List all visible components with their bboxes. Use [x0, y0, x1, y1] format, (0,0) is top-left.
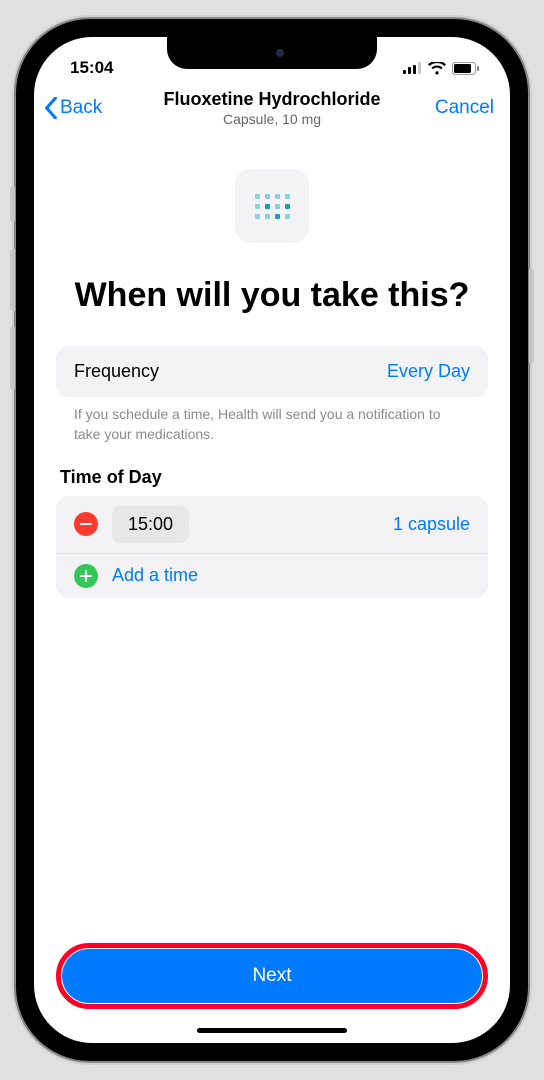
capsule-pack-icon	[255, 194, 290, 219]
page-headline: When will you take this?	[66, 275, 478, 316]
back-label: Back	[60, 97, 102, 119]
cancel-label: Cancel	[435, 97, 494, 119]
nav-title: Fluoxetine Hydrochloride	[163, 89, 380, 110]
chevron-left-icon	[44, 97, 58, 119]
add-time-label: Add a time	[112, 565, 198, 586]
content: When will you take this? Frequency Every…	[34, 129, 510, 943]
nav-bar: Back Fluoxetine Hydrochloride Capsule, 1…	[34, 85, 510, 129]
screen: 15:04 Back Fluoxetine Hydrochloride Caps…	[34, 37, 510, 1043]
cellular-icon	[403, 62, 422, 74]
home-indicator[interactable]	[197, 1028, 347, 1033]
highlight-annotation: Next	[56, 943, 488, 1009]
next-label: Next	[252, 965, 291, 986]
nav-title-group: Fluoxetine Hydrochloride Capsule, 10 mg	[163, 89, 380, 127]
time-value: 15:00	[128, 514, 173, 534]
status-time: 15:04	[70, 58, 113, 78]
dose-picker[interactable]: 1 capsule	[393, 514, 470, 535]
frequency-row[interactable]: Frequency Every Day	[56, 346, 488, 397]
silent-switch	[10, 187, 15, 221]
volume-down-button	[10, 327, 15, 389]
battery-icon	[452, 62, 480, 75]
device-frame: 15:04 Back Fluoxetine Hydrochloride Caps…	[16, 19, 528, 1061]
status-icons	[403, 62, 480, 75]
nav-subtitle: Capsule, 10 mg	[163, 111, 380, 127]
volume-up-button	[10, 249, 15, 311]
cancel-button[interactable]: Cancel	[410, 97, 494, 119]
power-button	[529, 269, 534, 363]
helper-text: If you schedule a time, Health will send…	[56, 397, 488, 466]
time-picker[interactable]: 15:00	[112, 506, 189, 543]
time-list: 15:00 1 capsule Add a time	[56, 496, 488, 598]
frequency-label: Frequency	[74, 361, 159, 382]
frequency-value: Every Day	[387, 361, 470, 382]
medication-icon	[235, 169, 309, 243]
time-of-day-label: Time of Day	[56, 467, 488, 496]
notch	[167, 37, 377, 69]
add-icon	[74, 564, 98, 588]
remove-time-button[interactable]	[74, 512, 98, 536]
wifi-icon	[428, 62, 446, 75]
add-time-row[interactable]: Add a time	[56, 553, 488, 598]
time-row: 15:00 1 capsule	[56, 496, 488, 553]
next-button[interactable]: Next	[62, 949, 482, 1003]
back-button[interactable]: Back	[44, 97, 128, 119]
